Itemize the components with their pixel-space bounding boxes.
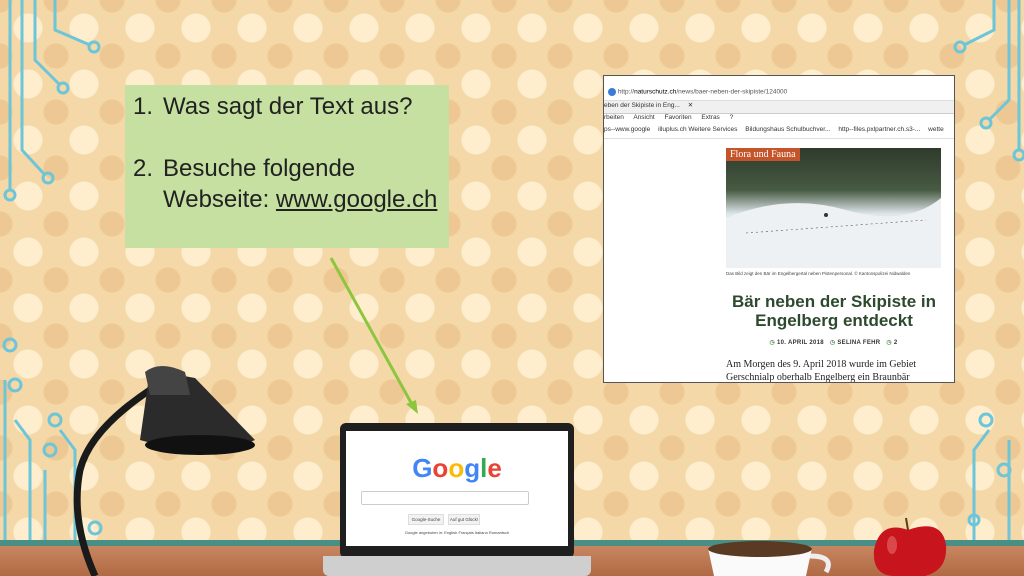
apple-illustration (873, 517, 947, 576)
